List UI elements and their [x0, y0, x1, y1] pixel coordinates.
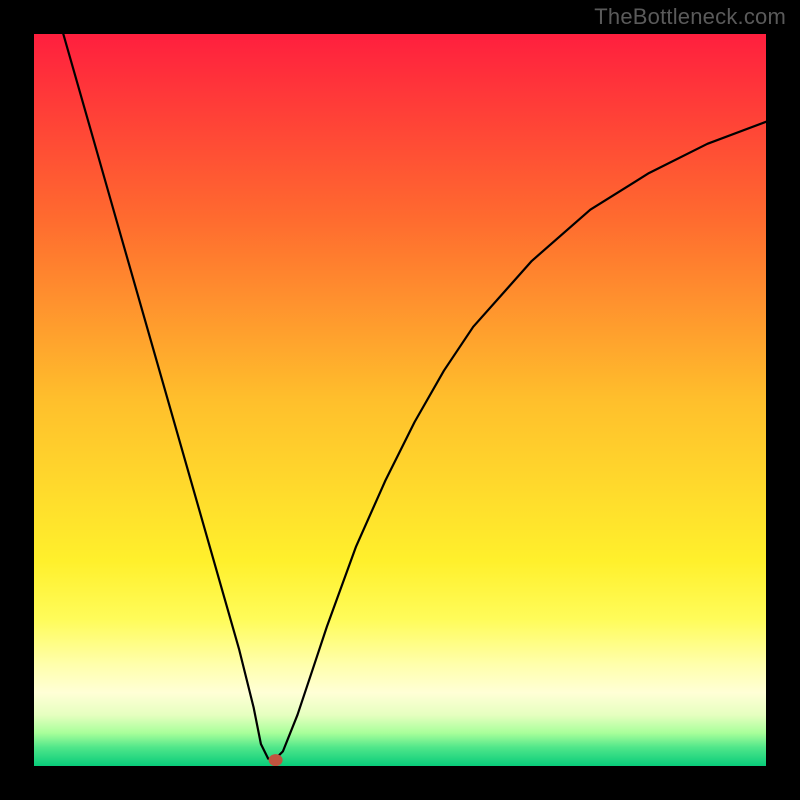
gradient-background	[34, 34, 766, 766]
chart-frame: TheBottleneck.com	[0, 0, 800, 800]
plot-svg	[34, 34, 766, 766]
plot-area	[34, 34, 766, 766]
optimum-marker	[269, 754, 283, 766]
watermark-text: TheBottleneck.com	[594, 4, 786, 30]
